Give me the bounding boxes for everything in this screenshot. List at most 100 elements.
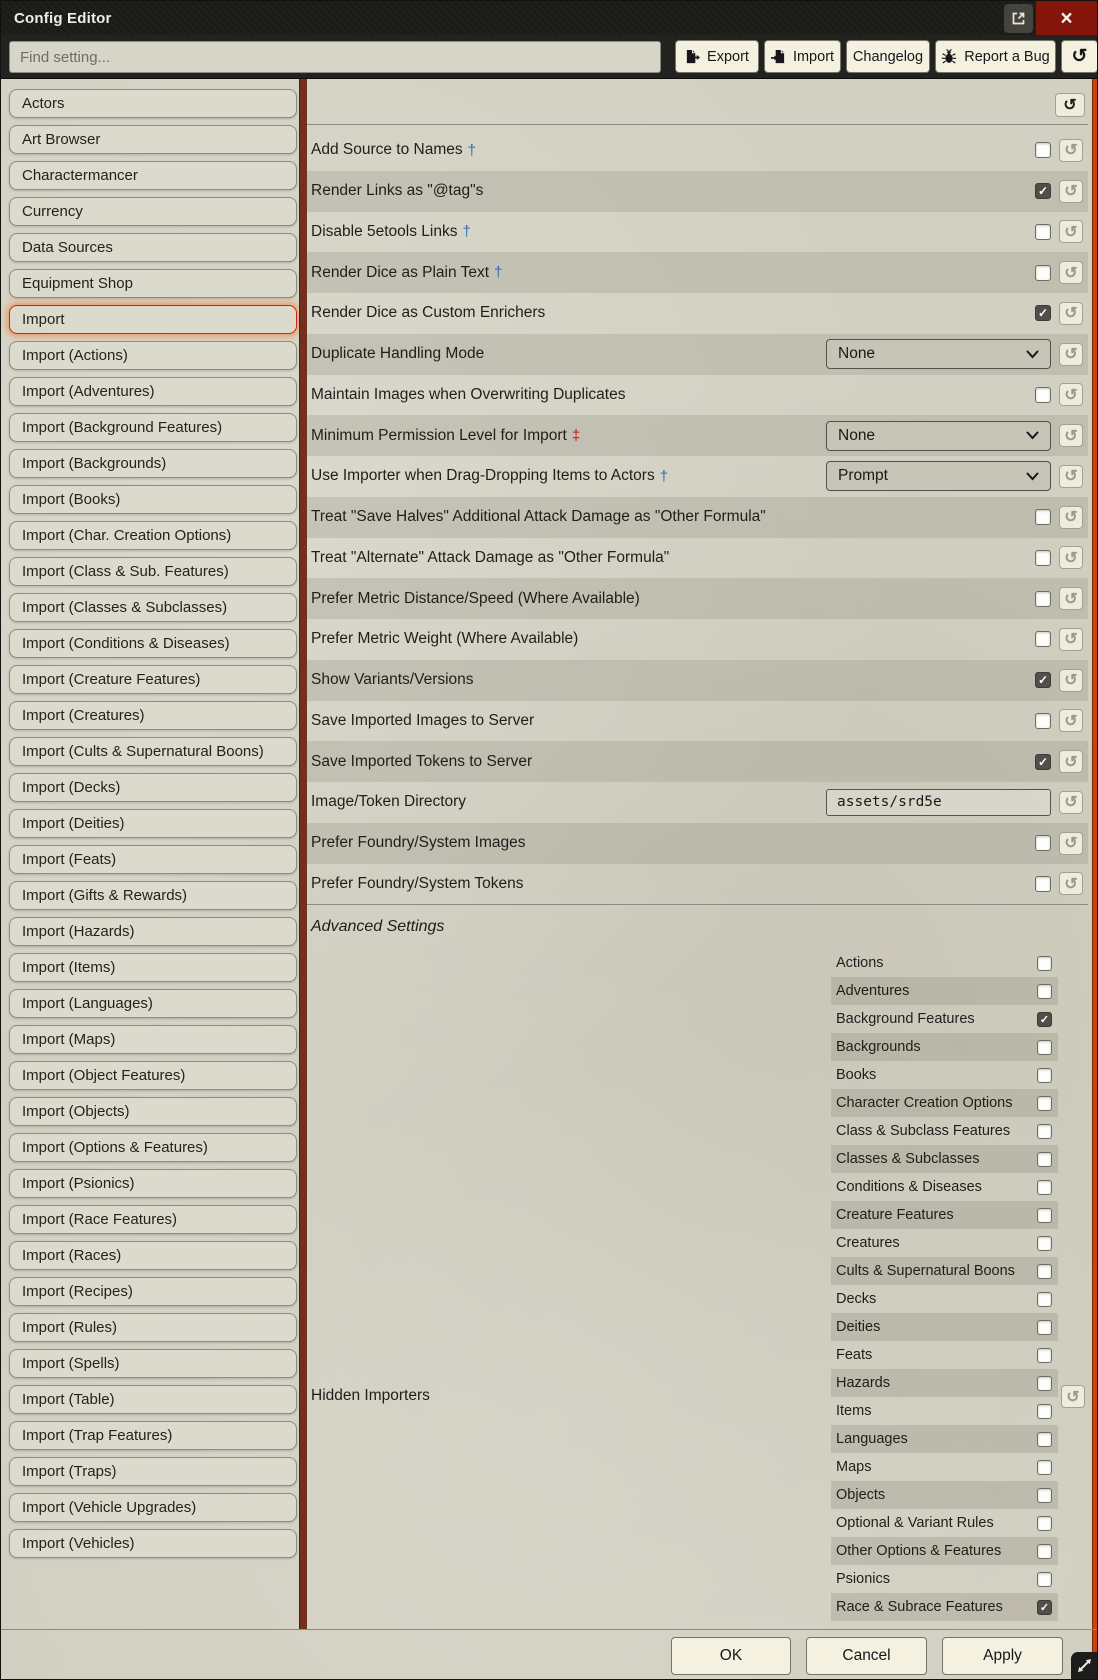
setting-checkbox[interactable]: [1035, 387, 1051, 403]
setting-checkbox[interactable]: [1035, 509, 1051, 525]
setting-checkbox[interactable]: ✓: [1035, 672, 1051, 688]
setting-checkbox[interactable]: [1035, 835, 1051, 851]
sidebar-item[interactable]: Import (Race Features): [9, 1205, 297, 1234]
reset-button[interactable]: ↺: [1059, 302, 1083, 325]
sidebar-item[interactable]: Import (Languages): [9, 989, 297, 1018]
reset-button[interactable]: ↺: [1059, 709, 1083, 732]
hidden-importer-checkbox[interactable]: [1037, 1152, 1052, 1167]
reset-button[interactable]: ↺: [1059, 791, 1083, 814]
cancel-button[interactable]: Cancel: [806, 1637, 927, 1675]
setting-checkbox[interactable]: [1035, 142, 1051, 158]
hidden-importer-checkbox[interactable]: [1037, 1432, 1052, 1447]
reset-button[interactable]: ↺: [1059, 424, 1083, 447]
sidebar-item[interactable]: Import (Maps): [9, 1025, 297, 1054]
sidebar-item[interactable]: Import (Races): [9, 1241, 297, 1270]
reset-button[interactable]: ↺: [1059, 546, 1083, 569]
sidebar-item[interactable]: Art Browser: [9, 125, 297, 154]
sidebar-item[interactable]: Import (Vehicles): [9, 1529, 297, 1558]
sidebar-item[interactable]: Import (Options & Features): [9, 1133, 297, 1162]
hidden-importer-checkbox[interactable]: [1037, 1236, 1052, 1251]
reset-button[interactable]: ↺: [1059, 750, 1083, 773]
hidden-importer-checkbox[interactable]: [1037, 1320, 1052, 1335]
sidebar-item[interactable]: Equipment Shop: [9, 269, 297, 298]
sidebar-item[interactable]: Currency: [9, 197, 297, 226]
setting-checkbox[interactable]: [1035, 265, 1051, 281]
report-bug-button[interactable]: Report a Bug: [935, 40, 1056, 73]
sidebar-item[interactable]: Import (Background Features): [9, 413, 297, 442]
setting-checkbox[interactable]: [1035, 550, 1051, 566]
sidebar-item[interactable]: Import (Recipes): [9, 1277, 297, 1306]
sidebar-item[interactable]: Import (Classes & Subclasses): [9, 593, 297, 622]
setting-select[interactable]: Prompt: [826, 461, 1051, 491]
sidebar-item[interactable]: Import (Table): [9, 1385, 297, 1414]
sidebar-item[interactable]: Charactermancer: [9, 161, 297, 190]
setting-select[interactable]: None: [826, 421, 1051, 451]
sidebar-item[interactable]: Import (Cults & Supernatural Boons): [9, 737, 297, 766]
sidebar-item[interactable]: Import (Hazards): [9, 917, 297, 946]
hidden-importer-checkbox[interactable]: [1037, 984, 1052, 999]
setting-checkbox[interactable]: ✓: [1035, 754, 1051, 770]
sidebar-item[interactable]: Import (Object Features): [9, 1061, 297, 1090]
directory-input[interactable]: [826, 789, 1051, 816]
changelog-button[interactable]: Changelog: [846, 40, 930, 73]
main-scrollbar[interactable]: [1092, 79, 1098, 1680]
sidebar-item[interactable]: Import (Char. Creation Options): [9, 521, 297, 550]
import-button[interactable]: Import: [764, 40, 841, 73]
sidebar-item[interactable]: Import (Psionics): [9, 1169, 297, 1198]
reset-button[interactable]: ↺: [1059, 465, 1083, 488]
sidebar-item[interactable]: Import (Rules): [9, 1313, 297, 1342]
hidden-importer-checkbox[interactable]: [1037, 1180, 1052, 1195]
setting-checkbox[interactable]: [1035, 713, 1051, 729]
reset-button[interactable]: ↺: [1059, 261, 1083, 284]
hidden-importer-checkbox[interactable]: [1037, 956, 1052, 971]
hidden-importer-checkbox[interactable]: [1037, 1264, 1052, 1279]
hidden-importer-checkbox[interactable]: [1037, 1572, 1052, 1587]
reset-button[interactable]: ↺: [1061, 1385, 1085, 1408]
sidebar-item[interactable]: Import (Vehicle Upgrades): [9, 1493, 297, 1522]
sidebar-item[interactable]: Import: [9, 305, 297, 334]
setting-checkbox[interactable]: [1035, 876, 1051, 892]
sidebar-item[interactable]: Import (Objects): [9, 1097, 297, 1126]
sidebar-item[interactable]: Import (Adventures): [9, 377, 297, 406]
hidden-importer-checkbox[interactable]: [1037, 1208, 1052, 1223]
close-button[interactable]: ×: [1036, 1, 1097, 35]
sidebar-item[interactable]: Import (Feats): [9, 845, 297, 874]
apply-button[interactable]: Apply: [942, 1637, 1063, 1675]
sidebar-item[interactable]: Actors: [9, 89, 297, 118]
export-button[interactable]: Export: [675, 40, 759, 73]
sidebar-item[interactable]: Import (Traps): [9, 1457, 297, 1486]
setting-select[interactable]: None: [826, 339, 1051, 369]
reset-button[interactable]: ↺: [1059, 220, 1083, 243]
sidebar-item[interactable]: Import (Backgrounds): [9, 449, 297, 478]
hidden-importer-checkbox[interactable]: ✓: [1037, 1012, 1052, 1027]
sidebar-item[interactable]: Import (Actions): [9, 341, 297, 370]
hidden-importer-checkbox[interactable]: [1037, 1404, 1052, 1419]
section-reset-button[interactable]: ↺: [1055, 93, 1085, 117]
sidebar-item[interactable]: Import (Conditions & Diseases): [9, 629, 297, 658]
sidebar-scrollbar[interactable]: [299, 79, 307, 1629]
sidebar-item[interactable]: Import (Deities): [9, 809, 297, 838]
reset-button[interactable]: ↺: [1059, 383, 1083, 406]
sidebar-item[interactable]: Import (Class & Sub. Features): [9, 557, 297, 586]
sidebar-item[interactable]: Import (Decks): [9, 773, 297, 802]
reset-button[interactable]: ↺: [1059, 180, 1083, 203]
hidden-importer-checkbox[interactable]: [1037, 1124, 1052, 1139]
hidden-importer-checkbox[interactable]: [1037, 1348, 1052, 1363]
reset-button[interactable]: ↺: [1059, 139, 1083, 162]
reset-button[interactable]: ↺: [1059, 587, 1083, 610]
popout-button[interactable]: [1004, 4, 1033, 33]
hidden-importer-checkbox[interactable]: [1037, 1516, 1052, 1531]
search-input[interactable]: [9, 41, 661, 73]
ok-button[interactable]: OK: [671, 1637, 791, 1675]
setting-checkbox[interactable]: ✓: [1035, 183, 1051, 199]
sidebar-item[interactable]: Import (Creatures): [9, 701, 297, 730]
hidden-importer-checkbox[interactable]: [1037, 1096, 1052, 1111]
hidden-importer-checkbox[interactable]: [1037, 1376, 1052, 1391]
setting-checkbox[interactable]: [1035, 631, 1051, 647]
sidebar-item[interactable]: Import (Trap Features): [9, 1421, 297, 1450]
setting-checkbox[interactable]: [1035, 224, 1051, 240]
reset-all-button[interactable]: ↺: [1061, 40, 1098, 73]
reset-button[interactable]: ↺: [1059, 343, 1083, 366]
sidebar-item[interactable]: Data Sources: [9, 233, 297, 262]
reset-button[interactable]: ↺: [1059, 669, 1083, 692]
